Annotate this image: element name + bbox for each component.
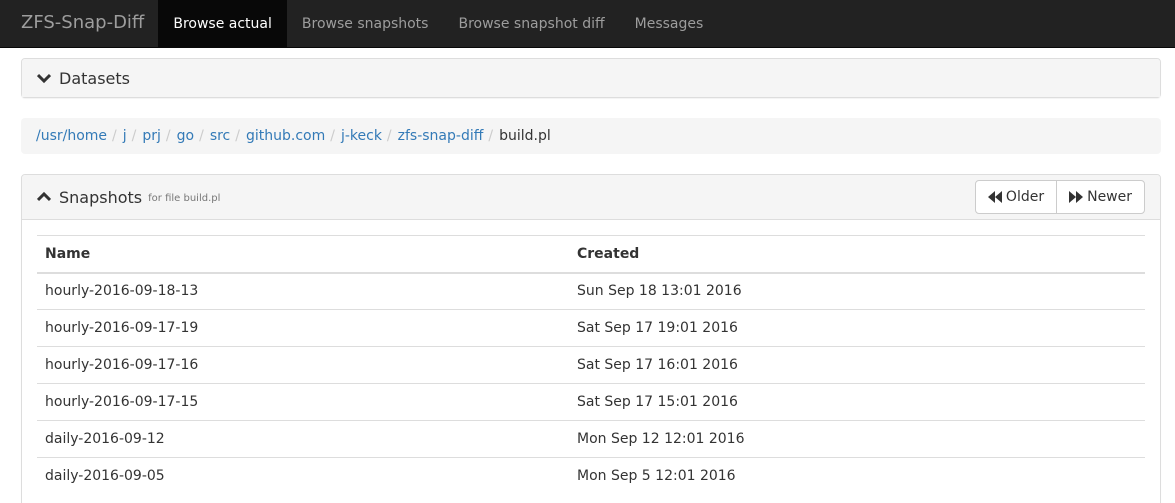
breadcrumb-separator: / xyxy=(131,128,137,144)
snapshots-table: Name Created hourly-2016-09-18-13 Sun Se… xyxy=(37,235,1145,495)
newer-button-label: Newer xyxy=(1087,189,1132,205)
snapshot-created: Mon Sep 12 12:01 2016 xyxy=(569,420,1145,458)
tab-browse-actual[interactable]: Browse actual xyxy=(158,0,287,47)
breadcrumb-item[interactable]: src xyxy=(210,128,230,144)
snapshot-name: hourly-2016-09-17-19 xyxy=(37,309,569,347)
snapshot-created: Sat Sep 17 15:01 2016 xyxy=(569,383,1145,421)
datasets-title-label: Datasets xyxy=(59,68,130,88)
breadcrumb-separator: / xyxy=(165,128,171,144)
snapshot-name: daily-2016-09-12 xyxy=(37,420,569,458)
breadcrumb-current: build.pl xyxy=(499,128,551,144)
datasets-panel-heading[interactable]: Datasets xyxy=(22,59,1160,97)
breadcrumb-item[interactable]: prj xyxy=(142,128,161,144)
snapshots-panel-heading: Snapshots for file build.pl Older Newer xyxy=(22,175,1160,220)
datasets-panel: Datasets xyxy=(21,58,1161,98)
breadcrumb-item[interactable]: zfs-snap-diff xyxy=(398,128,484,144)
table-row[interactable]: hourly-2016-09-17-16 Sat Sep 17 16:01 20… xyxy=(37,346,1145,384)
breadcrumb-item[interactable]: github.com xyxy=(246,128,325,144)
snapshots-title-label: Snapshots xyxy=(59,187,143,207)
snapshots-panel: Snapshots for file build.pl Older Newer … xyxy=(21,174,1161,503)
snapshot-created: Sat Sep 17 19:01 2016 xyxy=(569,309,1145,347)
table-row[interactable]: hourly-2016-09-17-15 Sat Sep 17 15:01 20… xyxy=(37,383,1145,421)
fast-forward-icon xyxy=(1069,191,1084,203)
column-header-name: Name xyxy=(37,235,569,274)
snapshots-subtitle: for file build.pl xyxy=(148,193,221,204)
datasets-title[interactable]: Datasets xyxy=(37,69,130,88)
breadcrumb-separator: / xyxy=(330,128,335,144)
snapshot-name: hourly-2016-09-17-15 xyxy=(37,383,569,421)
app-brand[interactable]: ZFS-Snap-Diff xyxy=(0,0,158,44)
snapshots-table-wrap: Name Created hourly-2016-09-18-13 Sun Se… xyxy=(37,235,1145,495)
chevron-down-icon xyxy=(37,71,53,85)
snapshot-name: hourly-2016-09-18-13 xyxy=(37,272,569,310)
snapshot-created: Sat Sep 17 16:01 2016 xyxy=(569,346,1145,384)
snapshot-nav-buttons: Older Newer xyxy=(974,180,1145,214)
breadcrumb-item[interactable]: go xyxy=(177,128,194,144)
snapshots-title[interactable]: Snapshots for file build.pl xyxy=(37,188,220,207)
table-header-row: Name Created xyxy=(37,235,1145,274)
tab-messages[interactable]: Messages xyxy=(620,0,719,47)
snapshot-created: Mon Sep 5 12:01 2016 xyxy=(569,457,1145,495)
snapshot-created: Sun Sep 18 13:01 2016 xyxy=(569,272,1145,310)
table-row[interactable]: daily-2016-09-05 Mon Sep 5 12:01 2016 xyxy=(37,457,1145,495)
breadcrumb-separator: / xyxy=(488,128,494,144)
older-button[interactable]: Older xyxy=(974,180,1058,214)
older-button-label: Older xyxy=(1005,189,1045,205)
tab-browse-snapshots[interactable]: Browse snapshots xyxy=(287,0,444,47)
breadcrumb-item[interactable]: j-keck xyxy=(341,128,382,144)
breadcrumb-separator: / xyxy=(112,128,117,144)
breadcrumb: /usr/home / j / prj / go / src / github.… xyxy=(21,118,1161,154)
snapshot-name: daily-2016-09-05 xyxy=(37,457,569,495)
table-row[interactable]: daily-2016-09-12 Mon Sep 12 12:01 2016 xyxy=(37,420,1145,458)
table-row[interactable]: hourly-2016-09-18-13 Sun Sep 18 13:01 20… xyxy=(37,272,1145,310)
table-row[interactable]: hourly-2016-09-17-19 Sat Sep 17 19:01 20… xyxy=(37,309,1145,347)
fast-backward-icon xyxy=(987,191,1002,203)
newer-button[interactable]: Newer xyxy=(1056,180,1145,214)
chevron-up-icon xyxy=(37,190,53,204)
breadcrumb-separator: / xyxy=(386,128,392,144)
breadcrumb-separator: / xyxy=(235,128,240,144)
breadcrumb-item[interactable]: /usr/home xyxy=(36,128,107,144)
snapshot-name: hourly-2016-09-17-16 xyxy=(37,346,569,384)
tab-browse-snapshot-diff[interactable]: Browse snapshot diff xyxy=(443,0,619,47)
breadcrumb-separator: / xyxy=(199,128,204,144)
top-navbar: ZFS-Snap-Diff Browse actual Browse snaps… xyxy=(0,0,1175,48)
column-header-created: Created xyxy=(569,235,1145,274)
